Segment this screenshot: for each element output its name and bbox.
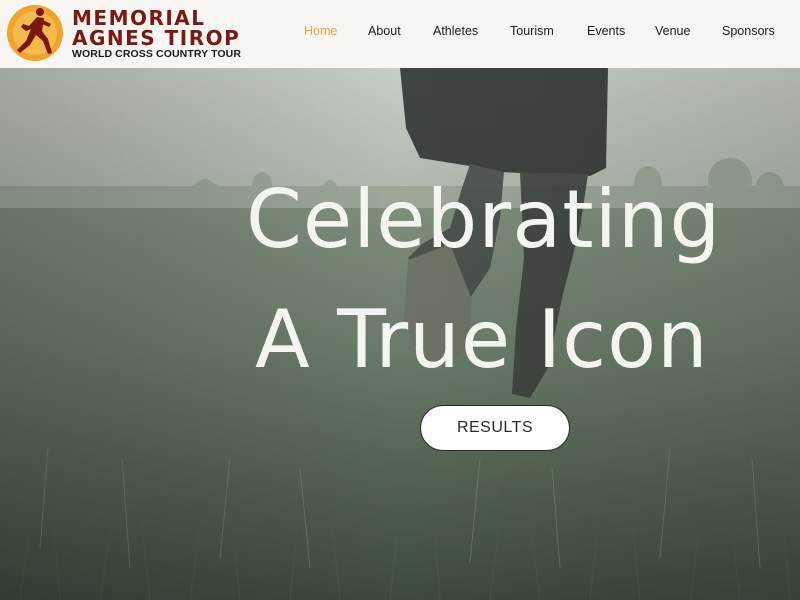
headline-line1: Celebrating (246, 173, 722, 266)
logo-tagline: WORLD CROSS COUNTRY TOUR (72, 48, 242, 60)
nav-home[interactable]: Home (304, 24, 337, 38)
site-header: MEMORIAL AGNES TIROP WORLD CROSS COUNTRY… (0, 0, 800, 68)
nav-about[interactable]: About (368, 24, 401, 38)
results-button[interactable]: RESULTS (420, 405, 570, 451)
nav-tourism[interactable]: Tourism (510, 24, 554, 38)
nav-sponsors[interactable]: Sponsors (722, 24, 775, 38)
main-nav: Home About Athletes Tourism Events Venue… (0, 24, 800, 44)
hero-section: Celebrating A True Icon RESULTS (0, 68, 800, 600)
nav-athletes[interactable]: Athletes (433, 24, 478, 38)
nav-venue[interactable]: Venue (655, 24, 690, 38)
hero-headline: Celebrating A True Icon (0, 180, 800, 410)
headline-line2: A True Icon (255, 293, 709, 386)
nav-events[interactable]: Events (587, 24, 625, 38)
